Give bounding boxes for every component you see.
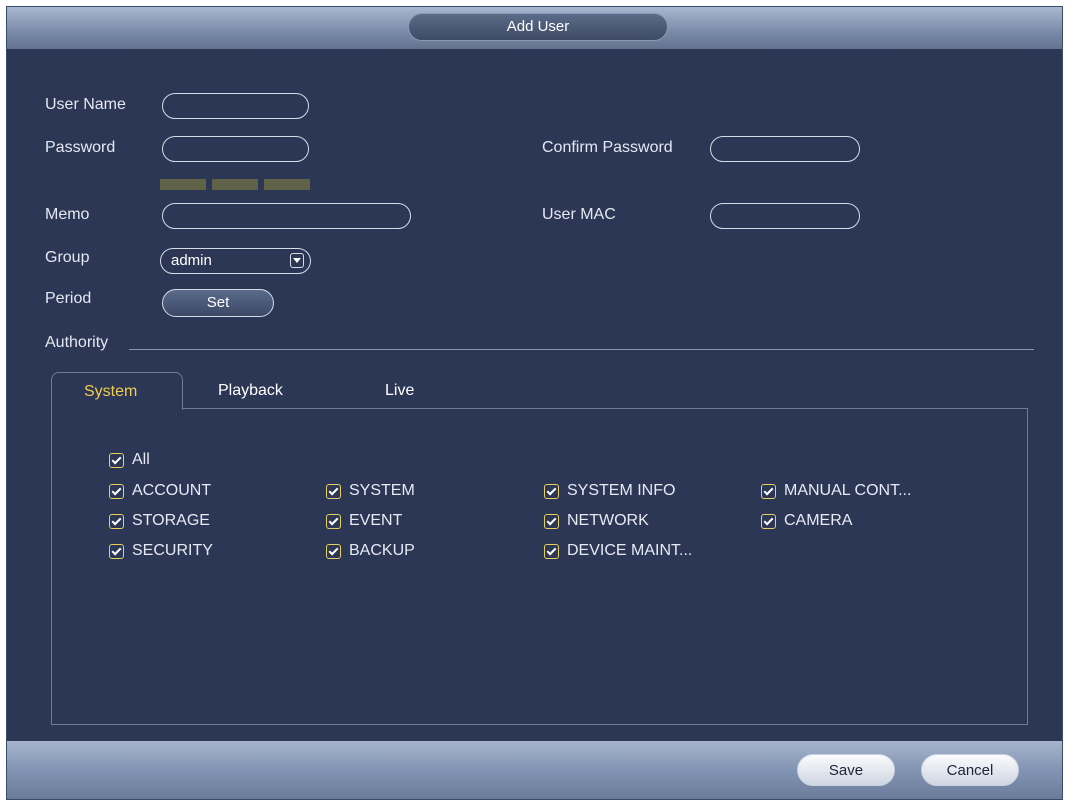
permission-label: NETWORK bbox=[567, 512, 649, 529]
permission-network-checkbox[interactable]: NETWORK bbox=[544, 512, 649, 530]
permission-label: SECURITY bbox=[132, 542, 213, 559]
checkbox-checked-icon[interactable] bbox=[326, 483, 341, 499]
checkbox-checked-icon[interactable] bbox=[761, 483, 776, 499]
permission-label: MANUAL CONT... bbox=[784, 482, 912, 499]
password-strength-bar-1 bbox=[160, 179, 206, 190]
permission-label: STORAGE bbox=[132, 512, 210, 529]
add-user-dialog: Add User User Name Password Confirm Pass… bbox=[6, 6, 1063, 800]
save-button[interactable]: Save bbox=[797, 754, 895, 786]
group-select-value: admin bbox=[171, 252, 212, 269]
group-label: Group bbox=[45, 249, 90, 266]
permission-label: CAMERA bbox=[784, 512, 853, 529]
tab-system-label: System bbox=[84, 383, 138, 400]
permission-system-checkbox[interactable]: SYSTEM bbox=[326, 482, 415, 500]
title-bar: Add User bbox=[7, 7, 1062, 49]
tab-playback[interactable]: Playback bbox=[218, 382, 283, 400]
checkbox-checked-icon[interactable] bbox=[544, 513, 559, 529]
checkbox-checked-icon[interactable] bbox=[544, 483, 559, 499]
permission-all-checkbox[interactable]: All bbox=[109, 451, 150, 469]
user-mac-label: User MAC bbox=[542, 206, 616, 223]
permission-label: BACKUP bbox=[349, 542, 415, 559]
checkbox-checked-icon[interactable] bbox=[326, 513, 341, 529]
checkbox-checked-icon[interactable] bbox=[109, 452, 124, 468]
period-set-button[interactable]: Set bbox=[162, 289, 274, 317]
authority-tab-panel bbox=[51, 408, 1028, 725]
tab-live[interactable]: Live bbox=[385, 382, 414, 400]
permission-label: ACCOUNT bbox=[132, 482, 212, 499]
permission-storage-checkbox[interactable]: STORAGE bbox=[109, 512, 210, 530]
password-label: Password bbox=[45, 139, 116, 156]
permission-system-info-checkbox[interactable]: SYSTEM INFO bbox=[544, 482, 675, 500]
permission-device-maintenance-checkbox[interactable]: DEVICE MAINT... bbox=[544, 542, 692, 560]
user-name-label: User Name bbox=[45, 96, 126, 113]
permission-security-checkbox[interactable]: SECURITY bbox=[109, 542, 213, 560]
memo-input[interactable] bbox=[162, 203, 411, 229]
button-bar: Save Cancel bbox=[7, 741, 1062, 799]
permission-camera-checkbox[interactable]: CAMERA bbox=[761, 512, 852, 530]
period-label: Period bbox=[45, 290, 92, 307]
confirm-password-label: Confirm Password bbox=[542, 139, 673, 156]
permission-backup-checkbox[interactable]: BACKUP bbox=[326, 542, 415, 560]
password-strength-bar-2 bbox=[212, 179, 258, 190]
authority-label: Authority bbox=[45, 334, 109, 351]
permission-manual-control-checkbox[interactable]: MANUAL CONT... bbox=[761, 482, 911, 500]
group-select[interactable]: admin bbox=[160, 248, 311, 274]
permission-label: All bbox=[132, 451, 150, 468]
cancel-button[interactable]: Cancel bbox=[921, 754, 1019, 786]
tab-system[interactable]: System bbox=[51, 372, 183, 410]
permission-label: SYSTEM INFO bbox=[567, 482, 676, 499]
password-strength-bar-3 bbox=[264, 179, 310, 190]
authority-divider bbox=[129, 349, 1034, 350]
permission-label: DEVICE MAINT... bbox=[567, 542, 693, 559]
checkbox-checked-icon[interactable] bbox=[326, 543, 341, 559]
password-input[interactable] bbox=[162, 136, 309, 162]
memo-label: Memo bbox=[45, 206, 90, 223]
permission-label: EVENT bbox=[349, 512, 403, 529]
confirm-password-input[interactable] bbox=[710, 136, 860, 162]
permission-label: SYSTEM bbox=[349, 482, 415, 499]
checkbox-checked-icon[interactable] bbox=[109, 483, 124, 499]
dialog-title: Add User bbox=[408, 13, 668, 41]
chevron-down-icon[interactable] bbox=[290, 253, 304, 268]
user-name-input[interactable] bbox=[162, 93, 309, 119]
checkbox-checked-icon[interactable] bbox=[544, 543, 559, 559]
permission-account-checkbox[interactable]: ACCOUNT bbox=[109, 482, 211, 500]
user-mac-input[interactable] bbox=[710, 203, 860, 229]
permission-event-checkbox[interactable]: EVENT bbox=[326, 512, 402, 530]
checkbox-checked-icon[interactable] bbox=[109, 513, 124, 529]
checkbox-checked-icon[interactable] bbox=[109, 543, 124, 559]
checkbox-checked-icon[interactable] bbox=[761, 513, 776, 529]
